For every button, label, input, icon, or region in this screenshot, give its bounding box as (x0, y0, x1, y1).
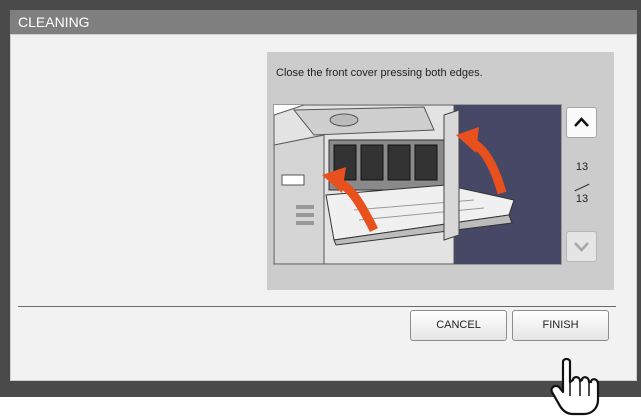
cancel-button[interactable]: CANCEL (410, 310, 507, 341)
front-cover-illustration (273, 104, 562, 265)
footer-divider (18, 306, 616, 307)
window-title: CLEANING (10, 10, 637, 34)
guide-panel: Close the front cover pressing both edge… (267, 52, 614, 290)
finish-button[interactable]: FINISH (512, 310, 609, 341)
page-down-button[interactable] (566, 231, 597, 262)
page-total: 13 (575, 193, 589, 205)
instruction-text: Close the front cover pressing both edge… (276, 67, 483, 79)
page-divider (574, 183, 590, 192)
chevron-up-icon (574, 117, 589, 127)
page-counter: 13 13 (567, 161, 597, 217)
page-current: 13 (575, 161, 589, 173)
page-up-button[interactable] (566, 107, 597, 138)
chevron-down-icon (574, 242, 589, 252)
hand-pointer-icon (550, 357, 600, 416)
